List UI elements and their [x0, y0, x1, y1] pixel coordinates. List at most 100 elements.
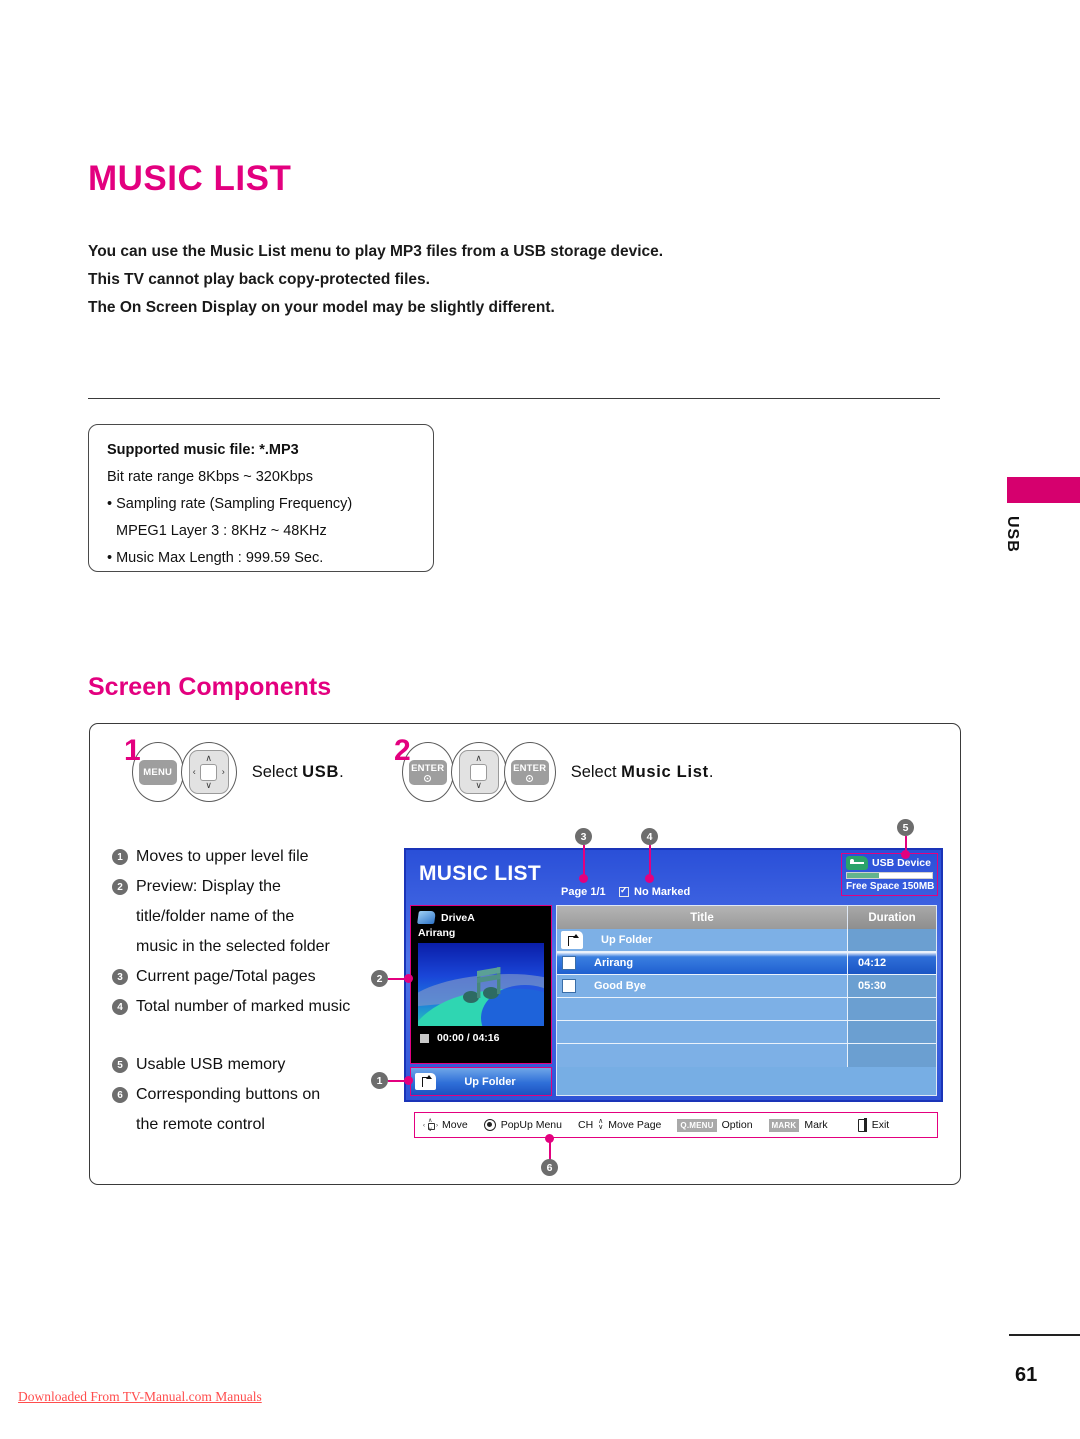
usb-device-label: USB Device [872, 857, 931, 869]
step-text-suffix: . [708, 762, 714, 781]
table-row[interactable] [557, 1021, 936, 1044]
usb-icon [846, 856, 868, 870]
step-text-bold: USB [302, 762, 340, 781]
enter-text: ENTER [411, 762, 445, 774]
step-text-prefix: Select [570, 762, 622, 781]
hint-label: Move [442, 1119, 468, 1131]
qmenu-key-badge: Q.MENU [677, 1118, 717, 1132]
menu-key-label: MENU [138, 759, 177, 785]
step-text-bold: Music List [621, 762, 709, 781]
legend-bullet-empty [112, 1117, 128, 1133]
row-title-label: Good Bye [594, 980, 646, 992]
list-item: 2 Preview: Display the [112, 873, 392, 901]
legend-label: Corresponding buttons on [136, 1086, 321, 1103]
preview-box: DriveA Arirang 00:00 / 04:16 [410, 905, 552, 1065]
table-row[interactable] [557, 1044, 936, 1067]
usb-device-row: USB Device [846, 856, 933, 870]
usb-capacity-bar [846, 872, 933, 879]
page-title: MUSIC LIST [88, 159, 292, 198]
legend-bullet: 6 [112, 1087, 128, 1103]
row-title-cell [557, 998, 848, 1020]
navpad-updown-button[interactable]: ∧ ∨ [450, 742, 507, 802]
enter-dot-icon [526, 774, 534, 782]
enter-dot-icon [424, 774, 432, 782]
side-tab-bar [1007, 477, 1080, 503]
hint-popup-menu[interactable]: PopUp Menu [483, 1119, 562, 1131]
list-item: 1 Moves to upper level file [112, 843, 392, 871]
osd-body: DriveA Arirang 00:00 / 04:16 Up Folder T… [406, 905, 941, 1100]
callout-3-dot [579, 874, 588, 883]
chevron-down-icon: ∨ [475, 780, 482, 790]
up-folder-icon [415, 1073, 436, 1091]
enter-key-label: ENTER [510, 759, 549, 785]
callout-1-dot [404, 1076, 413, 1085]
row-title-label: Arirang [594, 957, 634, 969]
hint-move-page[interactable]: CH ∧ ∨ Move Page [578, 1118, 662, 1131]
step-number: 2 [394, 734, 411, 767]
hint-mark[interactable]: MARK Mark [768, 1118, 828, 1132]
enter-button-right[interactable]: ENTER [503, 742, 556, 802]
page-indicator: Page 1/1 [561, 886, 606, 898]
intro-line: You can use the Music List menu to play … [88, 243, 664, 260]
callout-5-dot [901, 850, 910, 859]
callout-3: 3 [575, 828, 592, 845]
column-header-title: Title [557, 906, 848, 929]
folder-icon [417, 911, 436, 924]
row-title-cell: Good Bye [557, 975, 848, 997]
spec-line: • Sampling rate (Sampling Frequency) [107, 496, 353, 512]
hint-move[interactable]: ∧ ∨ ‹ › Move [423, 1118, 468, 1133]
intro-line: This TV cannot play back copy-protected … [88, 271, 430, 288]
list-item: 3 Current page/Total pages [112, 963, 392, 991]
hint-label: Move Page [608, 1119, 662, 1131]
legend-label: Current page/Total pages [136, 968, 316, 985]
table-row[interactable]: Arirang 04:12 [557, 952, 936, 975]
step-2-text: Select Music List. [571, 763, 714, 782]
navpad-4way-button[interactable]: ∧ ∨ ‹ › [180, 742, 237, 802]
step-1-group: 1 MENU ∧ ∨ ‹ › Select USB. [124, 736, 344, 802]
callout-4-dot [645, 874, 654, 883]
table-row[interactable]: Good Bye 05:30 [557, 975, 936, 998]
marked-status-label: No Marked [634, 886, 691, 898]
legend-label: the remote control [136, 1116, 265, 1133]
step-text-suffix: . [339, 762, 344, 781]
legend-label: Moves to upper level file [136, 848, 309, 865]
spec-line: MPEG1 Layer 3 : 8KHz ~ 48KHz [116, 523, 327, 539]
chevron-left-icon: ‹ [192, 766, 196, 777]
supported-file-box: Supported music file: *.MP3 Bit rate ran… [88, 424, 434, 572]
row-checkbox[interactable] [562, 979, 576, 993]
usb-free-space-label: Free Space 150MB [846, 881, 935, 892]
up-folder-label: Up Folder [464, 1075, 516, 1088]
row-title-cell [557, 1044, 848, 1067]
row-duration-cell [848, 1044, 936, 1067]
row-checkbox[interactable] [562, 956, 576, 970]
table-row[interactable] [557, 998, 936, 1021]
callout-2-dot [404, 974, 413, 983]
up-folder-button[interactable]: Up Folder [410, 1067, 552, 1096]
hint-option[interactable]: Q.MENU Option [677, 1118, 753, 1132]
callout-6-dot [545, 1134, 554, 1143]
list-item-continuation: title/folder name of the [112, 903, 392, 931]
callout-6: 6 [541, 1159, 558, 1176]
playback-time-row: 00:00 / 04:16 [418, 1032, 544, 1044]
table-header-row: Title Duration [557, 906, 936, 929]
usb-capacity-fill [847, 873, 880, 878]
legend-bullet: 3 [112, 969, 128, 985]
legend-label: Preview: Display the [136, 878, 281, 895]
chevron-down-icon: ∨ [205, 780, 212, 790]
navpad-icon: ∧ ∨ ‹ › [188, 750, 229, 794]
drive-row: DriveA [417, 911, 544, 924]
usb-device-indicator: USB Device Free Space 150MB [841, 853, 938, 896]
tv-osd-mockup: MUSIC LIST Page 1/1 No Marked USB Device… [404, 848, 943, 1102]
exit-icon [857, 1118, 868, 1132]
legend-bullet-empty [112, 939, 128, 955]
preview-column: DriveA Arirang 00:00 / 04:16 Up Folder [410, 905, 552, 1096]
navpad-center [470, 763, 488, 781]
table-row[interactable]: Up Folder [557, 929, 936, 952]
stop-icon [420, 1033, 429, 1043]
list-item-continuation: music in the selected folder [112, 933, 392, 961]
hint-exit[interactable]: Exit [857, 1118, 889, 1132]
row-title-cell: Arirang [557, 952, 848, 974]
download-note[interactable]: Downloaded From TV-Manual.com Manuals [18, 1389, 262, 1405]
spec-line: • Music Max Length : 999.59 Sec. [107, 550, 324, 566]
chevron-up-icon: ∧ [475, 753, 482, 763]
